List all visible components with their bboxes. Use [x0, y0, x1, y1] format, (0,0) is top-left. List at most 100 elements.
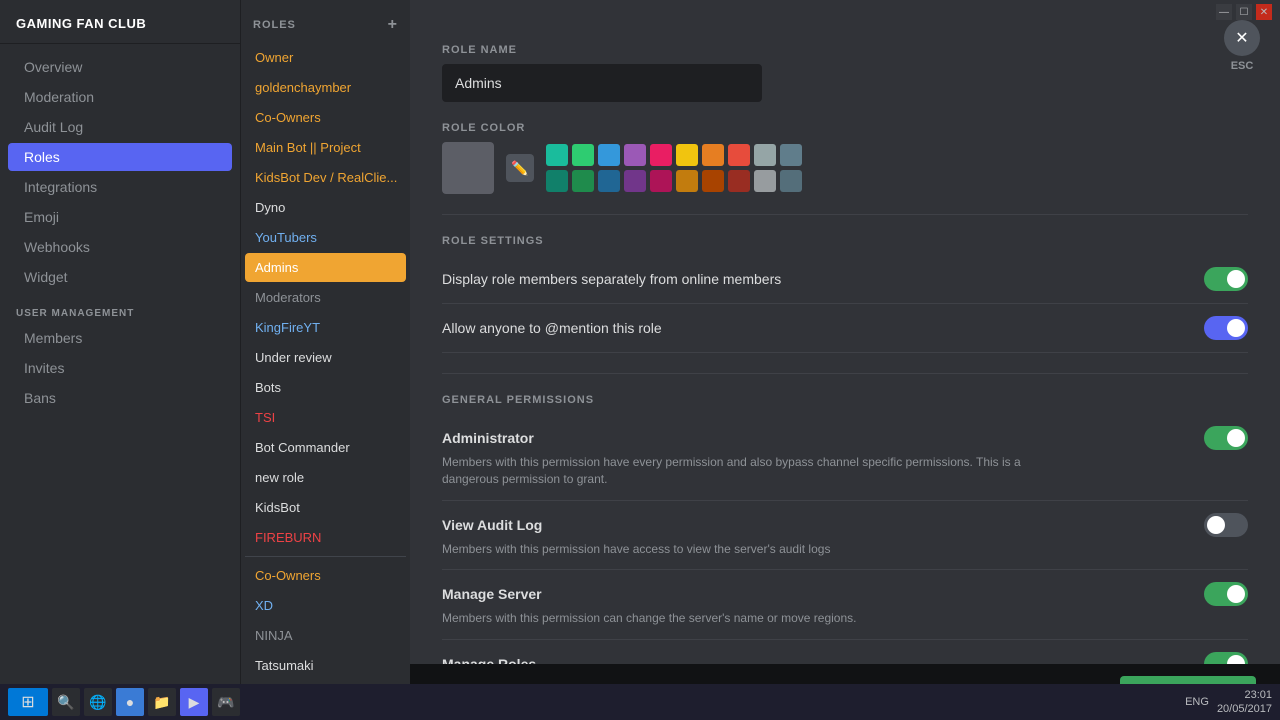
setting-display-label: Display role members separately from onl… [442, 271, 781, 287]
taskbar-left: ⊞ 🔍 🌐 ● 📁 ▶ 🎮 [8, 688, 240, 716]
taskbar-files-icon[interactable]: 📁 [148, 688, 176, 716]
color-preview[interactable] [442, 142, 494, 194]
sidebar-item-moderation[interactable]: Moderation [8, 83, 232, 111]
taskbar-steam-icon[interactable]: 🎮 [212, 688, 240, 716]
permission-admin-name: Administrator [442, 430, 534, 446]
role-item-goldenchaymber[interactable]: goldenchaymber [245, 73, 406, 102]
maximize-button[interactable]: ☐ [1236, 4, 1252, 20]
sidebar-item-overview[interactable]: Overview [8, 53, 232, 81]
toggle-manage-server[interactable] [1204, 582, 1248, 606]
toggle-administrator[interactable] [1204, 426, 1248, 450]
permission-audit-name: View Audit Log [442, 517, 542, 533]
color-swatch-6[interactable] [702, 144, 724, 166]
user-management-label: USER MANAGEMENT [0, 300, 240, 323]
setting-allow-mention: Allow anyone to @mention this role [442, 304, 1248, 353]
role-item-co-owners2[interactable]: Co-Owners [245, 561, 406, 590]
color-swatch-14[interactable] [650, 170, 672, 192]
role-item-youtubers[interactable]: YouTubers [245, 223, 406, 252]
role-item-kidsbot[interactable]: KidsBot [245, 493, 406, 522]
role-item-co-owners[interactable]: Co-Owners [245, 103, 406, 132]
add-role-icon[interactable]: + [388, 16, 398, 34]
toggle-thumb-audit [1207, 516, 1225, 534]
roles-separator [245, 556, 406, 557]
role-item-tatsumaki[interactable]: Tatsumaki [245, 651, 406, 680]
role-item-dyno[interactable]: Dyno [245, 193, 406, 222]
main-content: ✕ ESC ROLE NAME ROLE COLOR ✏️ ROLE SETTI… [410, 0, 1280, 720]
color-swatch-15[interactable] [676, 170, 698, 192]
sidebar-item-roles[interactable]: Roles [8, 143, 232, 171]
toggle-display-separately[interactable] [1204, 267, 1248, 291]
role-item-new-role[interactable]: new role [245, 463, 406, 492]
role-item-xd[interactable]: XD [245, 591, 406, 620]
server-name: GAMING FAN CLUB [0, 16, 240, 44]
left-sidebar: GAMING FAN CLUB Overview Moderation Audi… [0, 0, 240, 720]
sidebar-item-audit-log[interactable]: Audit Log [8, 113, 232, 141]
sidebar-item-widget[interactable]: Widget [8, 263, 232, 291]
taskbar-time: 23:01 [1217, 688, 1272, 702]
minimize-button[interactable]: — [1216, 4, 1232, 20]
sidebar-item-bans[interactable]: Bans [8, 384, 232, 412]
start-button[interactable]: ⊞ [8, 688, 48, 716]
role-item-admins[interactable]: Admins [245, 253, 406, 282]
taskbar-right: ENG 23:01 20/05/2017 [1185, 688, 1272, 717]
role-item-moderators[interactable]: Moderators [245, 283, 406, 312]
role-item-main-bot[interactable]: Main Bot || Project [245, 133, 406, 162]
divider-1 [442, 214, 1248, 215]
color-swatch-16[interactable] [702, 170, 724, 192]
role-item-kingfireyt[interactable]: KingFireYT [245, 313, 406, 342]
taskbar-discord-icon[interactable]: ▶ [180, 688, 208, 716]
color-swatch-11[interactable] [572, 170, 594, 192]
color-swatch-18[interactable] [754, 170, 776, 192]
taskbar-cortana-icon[interactable]: 🌐 [84, 688, 112, 716]
time-display: 23:01 20/05/2017 [1217, 688, 1272, 717]
roles-list: Owner goldenchaymber Co-Owners Main Bot … [241, 42, 410, 720]
role-item-tsi[interactable]: TSI [245, 403, 406, 432]
roles-label: ROLES [253, 19, 296, 31]
color-swatch-19[interactable] [780, 170, 802, 192]
color-swatch-2[interactable] [598, 144, 620, 166]
sidebar-item-invites[interactable]: Invites [8, 354, 232, 382]
window-controls: — ☐ ✕ [1208, 0, 1280, 24]
sidebar-item-webhooks[interactable]: Webhooks [8, 233, 232, 261]
color-swatch-17[interactable] [728, 170, 750, 192]
color-swatch-12[interactable] [598, 170, 620, 192]
color-swatch-5[interactable] [676, 144, 698, 166]
permission-manage-server: Manage Server Members with this permissi… [442, 570, 1248, 640]
sidebar-item-members[interactable]: Members [8, 324, 232, 352]
role-name-input[interactable] [442, 64, 762, 102]
divider-2 [442, 373, 1248, 374]
role-item-fireburn[interactable]: FIREBURN [245, 523, 406, 552]
role-item-bots[interactable]: Bots [245, 373, 406, 402]
permission-view-audit-log: View Audit Log Members with this permiss… [442, 501, 1248, 571]
color-swatch-8[interactable] [754, 144, 776, 166]
role-item-kidsbot-dev[interactable]: KidsBot Dev / RealClie... [245, 163, 406, 192]
role-item-owner[interactable]: Owner [245, 43, 406, 72]
toggle-thumb-2 [1227, 319, 1245, 337]
role-item-bot-commander[interactable]: Bot Commander [245, 433, 406, 462]
sidebar-item-integrations[interactable]: Integrations [8, 173, 232, 201]
color-swatch-1[interactable] [572, 144, 594, 166]
color-swatch-13[interactable] [624, 170, 646, 192]
role-name-label: ROLE NAME [442, 44, 1248, 56]
role-item-under-review[interactable]: Under review [245, 343, 406, 372]
esc-button[interactable]: ✕ ESC [1224, 20, 1260, 72]
taskbar-lang: ENG [1185, 696, 1209, 708]
color-swatch-4[interactable] [650, 144, 672, 166]
color-swatch-0[interactable] [546, 144, 568, 166]
role-item-ninja[interactable]: NINJA [245, 621, 406, 650]
sidebar-item-emoji[interactable]: Emoji [8, 203, 232, 231]
toggle-allow-mention[interactable] [1204, 316, 1248, 340]
color-swatch-10[interactable] [546, 170, 568, 192]
toggle-view-audit-log[interactable] [1204, 513, 1248, 537]
setting-mention-label: Allow anyone to @mention this role [442, 320, 662, 336]
color-swatch-9[interactable] [780, 144, 802, 166]
toggle-thumb-admin [1227, 429, 1245, 447]
taskbar-chrome-icon[interactable]: ● [116, 688, 144, 716]
color-picker-icon[interactable]: ✏️ [506, 154, 534, 182]
permission-administrator: Administrator Members with this permissi… [442, 414, 1248, 501]
esc-icon: ✕ [1224, 20, 1260, 56]
taskbar-search-icon[interactable]: 🔍 [52, 688, 80, 716]
color-swatch-3[interactable] [624, 144, 646, 166]
close-button[interactable]: ✕ [1256, 4, 1272, 20]
color-swatch-7[interactable] [728, 144, 750, 166]
